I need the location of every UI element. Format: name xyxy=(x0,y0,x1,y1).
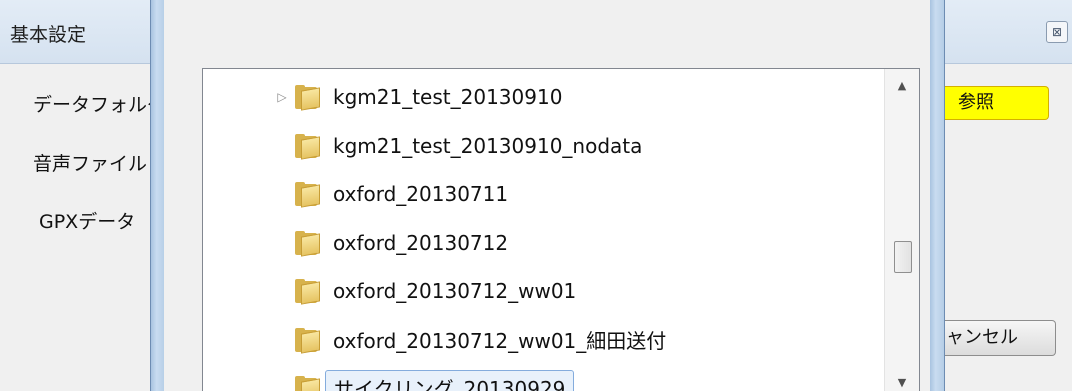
folder-tree-item[interactable]: oxford_20130712_ww01 xyxy=(275,271,576,311)
settings-dialog-title: 基本設定 xyxy=(10,24,87,46)
folder-tree-item[interactable]: ▷ kgm21_test_20130910 xyxy=(275,77,562,117)
folder-tree-item[interactable]: サイクリング_20130929 xyxy=(275,368,575,391)
dialog-frame-right xyxy=(930,0,945,391)
cancel-button-label: キャンセル xyxy=(944,327,1018,348)
folder-icon xyxy=(295,133,321,160)
close-icon[interactable]: ⊠ xyxy=(1046,21,1068,43)
expand-arrow-icon[interactable]: ▷ xyxy=(275,90,289,104)
folder-tree-item[interactable]: kgm21_test_20130910_nodata xyxy=(275,126,642,166)
scrollbar-thumb[interactable] xyxy=(894,241,912,273)
folder-icon xyxy=(295,327,321,354)
settings-dialog-titlebar-right: ⊠ xyxy=(944,0,1072,64)
scroll-up-icon[interactable]: ▲ xyxy=(885,71,919,101)
folder-name-label: oxford_20130712 xyxy=(333,230,509,255)
audio-file-label: 音声ファイル xyxy=(33,153,148,175)
folder-tree-item[interactable]: oxford_20130712_ww01_細田送付 xyxy=(275,320,666,360)
folder-name-label: サイクリング_20130929 xyxy=(325,369,575,391)
folder-browser-dialog: ▲ ▼ ▷ kgm21_test_20130910 kgm21_test_20130… xyxy=(164,0,930,391)
settings-dialog-left: 基本設定 データフォルダ 音声ファイル GPXデータ xyxy=(0,0,150,391)
folder-icon xyxy=(295,182,321,208)
folder-icon xyxy=(295,230,321,257)
folder-icon xyxy=(295,279,321,305)
settings-dialog-titlebar: 基本設定 xyxy=(0,0,150,64)
folder-icon xyxy=(295,376,321,391)
vertical-scrollbar[interactable]: ▲ ▼ xyxy=(884,69,919,391)
cancel-button[interactable]: キャンセル xyxy=(944,320,1056,356)
folder-name-label: oxford_20130712_ww01 xyxy=(333,279,577,303)
folder-name-label: oxford_20130712_ww01_細田送付 xyxy=(333,329,667,353)
gpx-data-label: GPXデータ xyxy=(39,211,136,233)
dialog-frame-left xyxy=(150,0,165,391)
browse-button[interactable]: 参照 xyxy=(944,86,1049,120)
folder-name-label: oxford_20130711 xyxy=(333,182,509,206)
data-folder-label: データフォルダ xyxy=(33,94,150,116)
folder-name-label: kgm21_test_20130910 xyxy=(333,85,563,109)
folder-tree-item[interactable]: oxford_20130712 xyxy=(275,223,508,263)
folder-name-label: kgm21_test_20130910_nodata xyxy=(333,133,643,158)
folder-tree-item[interactable]: oxford_20130711 xyxy=(275,174,508,214)
folder-icon xyxy=(295,85,321,111)
settings-dialog-right: ⊠ 参照 キャンセル xyxy=(944,0,1072,391)
folder-tree[interactable]: ▲ ▼ ▷ kgm21_test_20130910 kgm21_test_20130… xyxy=(202,68,920,391)
scroll-down-icon[interactable]: ▼ xyxy=(885,368,919,391)
